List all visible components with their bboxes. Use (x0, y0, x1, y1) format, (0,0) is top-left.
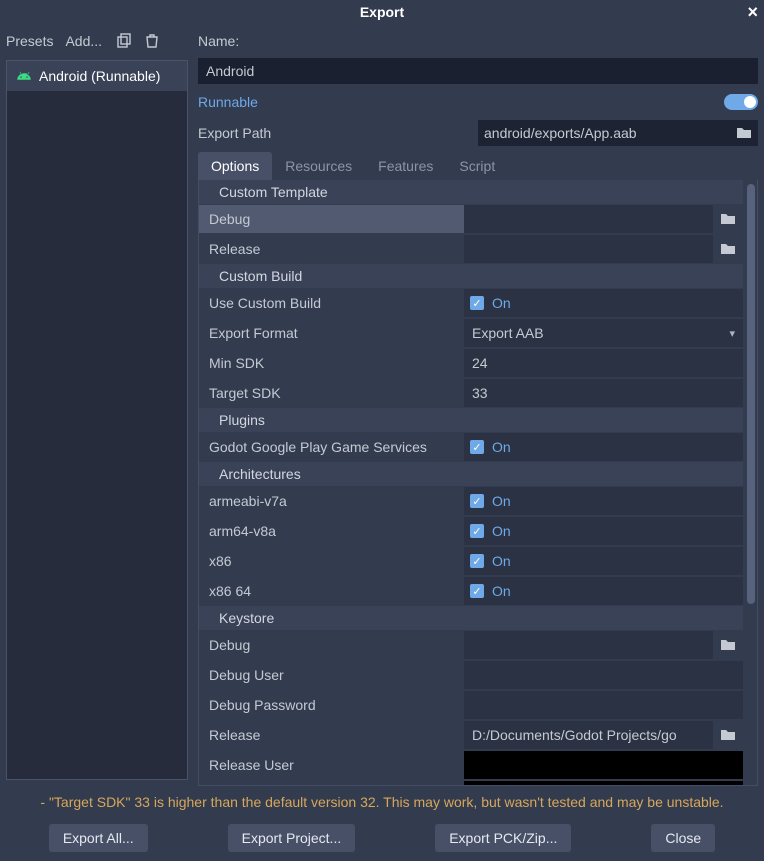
ks-release-label: Release (199, 727, 464, 743)
arch-1-checkbox[interactable]: ✓ (470, 524, 484, 538)
group-custom-template: Custom Template (199, 180, 743, 204)
folder-icon[interactable] (713, 205, 743, 233)
group-plugins: Plugins (199, 408, 743, 432)
target-sdk-input[interactable] (464, 379, 743, 407)
name-input[interactable] (198, 58, 758, 84)
group-keystore: Keystore (199, 606, 743, 630)
arch-3-label: x86 64 (199, 583, 464, 599)
ks-release-input[interactable] (464, 721, 713, 749)
tab-features[interactable]: Features (365, 152, 446, 180)
min-sdk-label: Min SDK (199, 355, 464, 371)
arch-2-checkbox[interactable]: ✓ (470, 554, 484, 568)
android-icon (15, 67, 33, 85)
ct-debug-input[interactable] (464, 205, 713, 233)
target-sdk-label: Target SDK (199, 385, 464, 401)
plugin-0-checkbox[interactable]: ✓ (470, 440, 484, 454)
preset-list: Android (Runnable) (6, 60, 188, 780)
arch-0-checkbox[interactable]: ✓ (470, 494, 484, 508)
export-format-select[interactable]: Export AAB▾ (464, 319, 743, 347)
ks-debug-user-input[interactable] (464, 661, 743, 689)
folder-icon[interactable] (730, 120, 758, 146)
use-custom-build-label: Use Custom Build (199, 295, 464, 311)
export-path-input[interactable] (478, 120, 730, 146)
scrollbar[interactable] (747, 184, 755, 780)
export-pck-button[interactable]: Export PCK/Zip... (435, 824, 571, 852)
group-custom-build: Custom Build (199, 264, 743, 288)
tabs: Options Resources Features Script (198, 152, 758, 180)
runnable-label: Runnable (198, 94, 258, 110)
ks-debug-password-input[interactable] (464, 691, 743, 719)
ct-release-label: Release (199, 241, 464, 257)
ct-debug-label: Debug (199, 205, 464, 233)
preset-item-android[interactable]: Android (Runnable) (7, 61, 187, 91)
export-all-button[interactable]: Export All... (49, 824, 148, 852)
export-path-label: Export Path (198, 125, 478, 141)
folder-icon[interactable] (713, 721, 743, 749)
preset-item-label: Android (Runnable) (39, 68, 160, 84)
arch-3-checkbox[interactable]: ✓ (470, 584, 484, 598)
trash-icon[interactable] (144, 33, 160, 49)
export-format-label: Export Format (199, 325, 464, 341)
folder-icon[interactable] (713, 235, 743, 263)
name-label: Name: (198, 28, 758, 54)
ks-debug-user-label: Debug User (199, 667, 464, 683)
title-bar: Export × (0, 0, 764, 24)
min-sdk-input[interactable] (464, 349, 743, 377)
ks-debug-input[interactable] (464, 631, 713, 659)
window-title: Export (360, 4, 404, 20)
ct-release-input[interactable] (464, 235, 713, 263)
add-preset-button[interactable]: Add... (65, 33, 102, 49)
close-button[interactable]: Close (651, 824, 715, 852)
ks-release-user-label: Release User (199, 757, 464, 773)
options-scroll: Custom Template Debug Release (199, 180, 743, 785)
runnable-toggle[interactable] (724, 94, 758, 110)
arch-0-label: armeabi-v7a (199, 493, 464, 509)
close-icon[interactable]: × (747, 2, 758, 23)
warning-text: - "Target SDK" 33 is higher than the def… (6, 786, 758, 818)
use-custom-build-checkbox[interactable]: ✓ (470, 296, 484, 310)
presets-label[interactable]: Presets (6, 33, 53, 49)
ks-release-password-input[interactable] (464, 781, 743, 785)
group-architectures: Architectures (199, 462, 743, 486)
tab-resources[interactable]: Resources (272, 152, 365, 180)
chevron-down-icon: ▾ (729, 327, 735, 340)
export-project-button[interactable]: Export Project... (228, 824, 356, 852)
on-label: On (492, 295, 511, 311)
copy-icon[interactable] (116, 33, 132, 49)
arch-1-label: arm64-v8a (199, 523, 464, 539)
scroll-thumb[interactable] (747, 184, 755, 604)
tab-script[interactable]: Script (446, 152, 508, 180)
folder-icon[interactable] (713, 631, 743, 659)
tab-options[interactable]: Options (198, 152, 272, 180)
plugin-0-label: Godot Google Play Game Services (199, 439, 464, 455)
ks-debug-label: Debug (199, 637, 464, 653)
ks-release-user-input[interactable] (464, 751, 743, 779)
ks-debug-password-label: Debug Password (199, 697, 464, 713)
arch-2-label: x86 (199, 553, 464, 569)
